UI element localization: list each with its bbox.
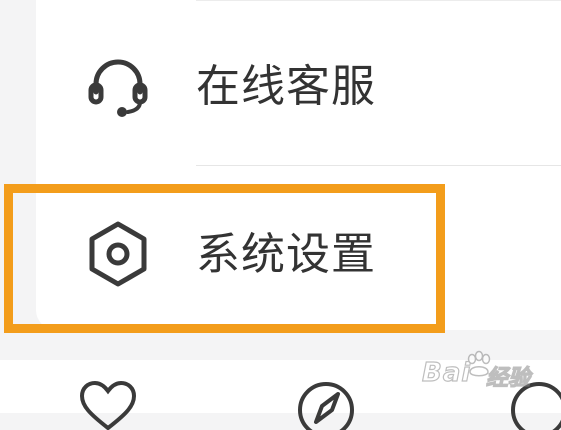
watermark-sub: 经验 xyxy=(485,365,531,391)
headset-icon xyxy=(88,59,148,117)
menu-item-label: 系统设置 xyxy=(196,229,376,280)
menu-divider xyxy=(196,165,561,166)
compass-icon[interactable] xyxy=(294,380,358,430)
heart-icon[interactable] xyxy=(76,380,140,430)
hexagon-settings-icon xyxy=(89,221,147,287)
menu-item-label: 在线客服 xyxy=(196,61,376,112)
baidu-watermark: Bai 经验 xyxy=(392,344,531,394)
menu-item-system-settings[interactable]: 系统设置 xyxy=(36,175,561,335)
top-divider xyxy=(196,0,561,1)
menu-item-online-service[interactable]: 在线客服 xyxy=(36,7,561,167)
